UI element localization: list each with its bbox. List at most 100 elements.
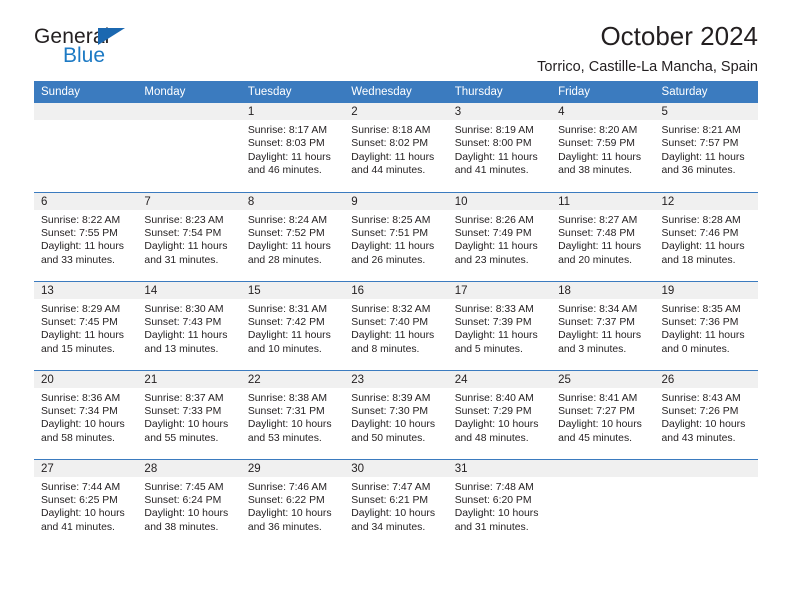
daylight-text-line1: Daylight: 11 hours xyxy=(144,330,228,342)
calendar-day-cell[interactable]: 31 Sunrise: 7:48 AM Sunset: 6:20 PM Dayligh… xyxy=(447,458,552,548)
sunrise-text: Sunrise: 8:22 AM xyxy=(41,214,121,226)
weekday-header-tuesday: Tuesday xyxy=(240,81,345,103)
sunrise-text: Sunrise: 8:34 AM xyxy=(558,303,638,315)
daylight-text-line1: Daylight: 11 hours xyxy=(247,241,331,253)
calendar-day-cell[interactable]: 1 Sunrise: 8:17 AM Sunset: 8:03 PM Daylight… xyxy=(240,103,345,192)
daylight-text-line2: and 55 minutes. xyxy=(144,432,219,444)
calendar-day-cell[interactable]: 9 Sunrise: 8:25 AM Sunset: 7:51 PM Daylight… xyxy=(344,191,448,281)
calendar-day-cell[interactable]: 22 Sunrise: 8:38 AM Sunset: 7:31 PM Dayligh… xyxy=(240,369,345,459)
calendar-header-row: Sunday Monday Tuesday Wednesday Thursday… xyxy=(34,81,758,103)
sunrise-text: Sunrise: 8:23 AM xyxy=(144,214,224,226)
calendar-day-cell[interactable]: 26 Sunrise: 8:43 AM Sunset: 7:26 PM Dayligh… xyxy=(654,369,758,459)
daylight-text-line1: Daylight: 11 hours xyxy=(247,151,331,163)
day-sun-info: Sunrise: 8:26 AM Sunset: 7:49 PM Daylight:… xyxy=(448,210,551,268)
sunset-text: Sunset: 7:31 PM xyxy=(247,405,325,417)
day-sun-info: Sunrise: 8:40 AM Sunset: 7:29 PM Daylight:… xyxy=(448,388,551,446)
daylight-text-line1: Daylight: 11 hours xyxy=(351,241,435,253)
daylight-text-line2: and 41 minutes. xyxy=(41,521,115,533)
calendar-day-cell[interactable]: 15 Sunrise: 8:31 AM Sunset: 7:42 PM Dayligh… xyxy=(240,280,345,370)
calendar-day-cell[interactable]: 28 Sunrise: 7:45 AM Sunset: 6:24 PM Dayligh… xyxy=(137,458,241,548)
day-number: 17 xyxy=(447,281,552,299)
calendar-day-cell[interactable]: 13 Sunrise: 8:29 AM Sunset: 7:45 PM Dayligh… xyxy=(34,280,138,370)
calendar-week-row: 1 Sunrise: 8:17 AM Sunset: 8:03 PM Daylight… xyxy=(34,103,758,192)
sunset-text: Sunset: 7:26 PM xyxy=(661,405,739,417)
daylight-text-line1: Daylight: 10 hours xyxy=(144,419,229,431)
calendar-day-cell[interactable]: 19 Sunrise: 8:35 AM Sunset: 7:36 PM Dayligh… xyxy=(654,280,758,370)
calendar-day-cell[interactable]: 25 Sunrise: 8:41 AM Sunset: 7:27 PM Dayligh… xyxy=(551,369,655,459)
daylight-text-line2: and 36 minutes. xyxy=(247,521,322,533)
day-sun-info: Sunrise: 8:21 AM Sunset: 7:57 PM Daylight:… xyxy=(655,120,758,178)
sunrise-text: Sunrise: 8:39 AM xyxy=(351,392,431,404)
calendar-day-cell[interactable]: 18 Sunrise: 8:34 AM Sunset: 7:37 PM Dayligh… xyxy=(551,280,655,370)
calendar-day-cell[interactable]: 17 Sunrise: 8:33 AM Sunset: 7:39 PM Dayligh… xyxy=(447,280,552,370)
calendar-day-cell[interactable]: 10 Sunrise: 8:26 AM Sunset: 7:49 PM Dayligh… xyxy=(447,191,552,281)
calendar-day-cell[interactable]: 30 Sunrise: 7:47 AM Sunset: 6:21 PM Dayligh… xyxy=(344,458,448,548)
calendar-day-cell[interactable]: 11 Sunrise: 8:27 AM Sunset: 7:48 PM Dayligh… xyxy=(551,191,655,281)
calendar-day-cell[interactable]: 23 Sunrise: 8:39 AM Sunset: 7:30 PM Dayligh… xyxy=(344,369,448,459)
daylight-text-line2: and 8 minutes. xyxy=(351,343,420,355)
sunset-text: Sunset: 7:29 PM xyxy=(454,405,532,417)
day-sun-info: Sunrise: 8:43 AM Sunset: 7:26 PM Daylight:… xyxy=(655,388,758,446)
sunset-text: Sunset: 7:57 PM xyxy=(661,138,739,150)
calendar-page: General Blue October 2024 Torrico, Casti… xyxy=(0,0,792,612)
calendar-day-cell[interactable]: 6 Sunrise: 8:22 AM Sunset: 7:55 PM Daylight… xyxy=(34,191,138,281)
general-blue-logo[interactable]: General Blue xyxy=(34,26,224,74)
day-number: 7 xyxy=(137,192,241,210)
day-number: 6 xyxy=(34,192,138,210)
sunrise-text: Sunrise: 8:36 AM xyxy=(41,392,121,404)
sunset-text: Sunset: 7:43 PM xyxy=(144,316,222,328)
daylight-text-line2: and 33 minutes. xyxy=(41,254,115,266)
sunrise-text: Sunrise: 7:47 AM xyxy=(351,481,431,493)
day-sun-info: Sunrise: 8:39 AM Sunset: 7:30 PM Daylight:… xyxy=(344,388,447,446)
sunrise-text: Sunrise: 8:38 AM xyxy=(247,392,327,404)
daylight-text-line2: and 5 minutes. xyxy=(454,343,523,355)
calendar-day-cell[interactable]: 12 Sunrise: 8:28 AM Sunset: 7:46 PM Dayligh… xyxy=(654,191,758,281)
calendar-day-cell[interactable]: 7 Sunrise: 8:23 AM Sunset: 7:54 PM Daylight… xyxy=(137,191,241,281)
daylight-text-line2: and 28 minutes. xyxy=(247,254,322,266)
day-number: 23 xyxy=(344,370,448,388)
day-number: 12 xyxy=(654,192,758,210)
day-number: 25 xyxy=(551,370,655,388)
weekday-header-friday: Friday xyxy=(551,81,655,103)
calendar-day-cell[interactable]: 27 Sunrise: 7:44 AM Sunset: 6:25 PM Dayligh… xyxy=(34,458,138,548)
calendar-week-row: 6 Sunrise: 8:22 AM Sunset: 7:55 PM Daylight… xyxy=(34,191,758,281)
daylight-text-line1: Daylight: 10 hours xyxy=(454,508,539,520)
sunrise-text: Sunrise: 8:19 AM xyxy=(454,125,534,136)
calendar-day-cell[interactable]: 3 Sunrise: 8:19 AM Sunset: 8:00 PM Daylight… xyxy=(447,103,552,192)
calendar-week-row: 27 Sunrise: 7:44 AM Sunset: 6:25 PM Dayligh… xyxy=(34,458,758,548)
daylight-text-line1: Daylight: 11 hours xyxy=(558,330,642,342)
daylight-text-line1: Daylight: 11 hours xyxy=(144,241,228,253)
day-number: 26 xyxy=(654,370,758,388)
daylight-text-line2: and 13 minutes. xyxy=(144,343,219,355)
calendar-day-cell[interactable]: 4 Sunrise: 8:20 AM Sunset: 7:59 PM Daylight… xyxy=(551,103,655,192)
calendar-day-cell[interactable]: 14 Sunrise: 8:30 AM Sunset: 7:43 PM Dayligh… xyxy=(137,280,241,370)
day-number: 31 xyxy=(447,459,552,477)
daylight-text-line2: and 20 minutes. xyxy=(558,254,633,266)
calendar-day-cell[interactable]: 2 Sunrise: 8:18 AM Sunset: 8:02 PM Daylight… xyxy=(344,103,448,192)
calendar-day-cell[interactable]: 29 Sunrise: 7:46 AM Sunset: 6:22 PM Dayligh… xyxy=(240,458,345,548)
daylight-text-line1: Daylight: 11 hours xyxy=(558,151,642,163)
day-sun-info: Sunrise: 8:29 AM Sunset: 7:45 PM Daylight:… xyxy=(34,299,137,357)
calendar-day-cell[interactable]: 20 Sunrise: 8:36 AM Sunset: 7:34 PM Dayligh… xyxy=(34,369,138,459)
calendar-day-cell[interactable]: 24 Sunrise: 8:40 AM Sunset: 7:29 PM Dayligh… xyxy=(447,369,552,459)
day-sun-info: Sunrise: 8:36 AM Sunset: 7:34 PM Daylight:… xyxy=(34,388,137,446)
daylight-text-line1: Daylight: 10 hours xyxy=(661,419,746,431)
daylight-text-line2: and 48 minutes. xyxy=(454,432,529,444)
daylight-text-line1: Daylight: 10 hours xyxy=(558,419,642,431)
day-sun-info: Sunrise: 8:24 AM Sunset: 7:52 PM Daylight:… xyxy=(241,210,344,268)
weekday-header-wednesday: Wednesday xyxy=(344,81,448,103)
calendar-day-cell[interactable]: 5 Sunrise: 8:21 AM Sunset: 7:57 PM Daylight… xyxy=(654,103,758,192)
calendar-day-cell[interactable]: 16 Sunrise: 8:32 AM Sunset: 7:40 PM Dayligh… xyxy=(344,280,448,370)
daylight-text-line2: and 23 minutes. xyxy=(454,254,529,266)
sunrise-text: Sunrise: 7:45 AM xyxy=(144,481,224,493)
sunset-text: Sunset: 8:00 PM xyxy=(454,138,532,150)
calendar-day-cell[interactable]: 8 Sunrise: 8:24 AM Sunset: 7:52 PM Daylight… xyxy=(240,191,345,281)
calendar-day-cell[interactable]: 21 Sunrise: 8:37 AM Sunset: 7:33 PM Dayligh… xyxy=(137,369,241,459)
weekday-header-sunday: Sunday xyxy=(34,81,138,103)
day-sun-info: Sunrise: 7:47 AM Sunset: 6:21 PM Daylight:… xyxy=(344,477,447,535)
daylight-text-line1: Daylight: 10 hours xyxy=(247,508,332,520)
day-sun-info: Sunrise: 8:37 AM Sunset: 7:33 PM Daylight:… xyxy=(137,388,240,446)
daylight-text-line2: and 10 minutes. xyxy=(247,343,322,355)
sunrise-text: Sunrise: 8:37 AM xyxy=(144,392,224,404)
sunset-text: Sunset: 6:24 PM xyxy=(144,494,222,506)
